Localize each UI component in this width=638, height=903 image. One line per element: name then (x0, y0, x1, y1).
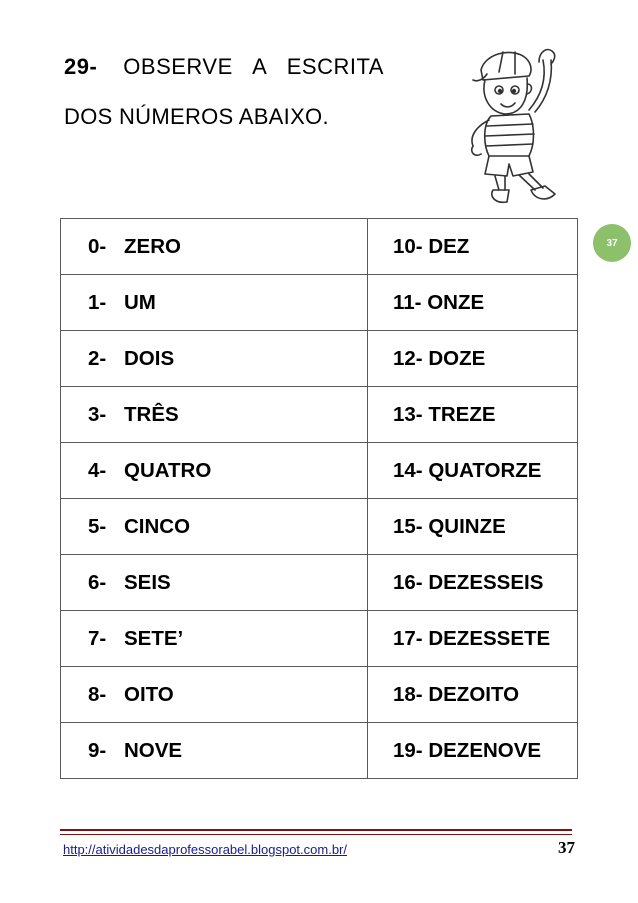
table-row: 5- CINCO 15- QUINZE (60, 498, 578, 555)
exercise-instruction-line2: DOS NÚMEROS ABAIXO. (64, 104, 329, 129)
number-cell: 3- TRÊS (60, 386, 368, 443)
footer-rule (60, 829, 572, 831)
number-cell: 13- TREZE (367, 386, 578, 443)
number-cell: 6- SEIS (60, 554, 368, 611)
number-cell: 19- DEZENOVE (367, 722, 578, 779)
number-cell: 11- ONZE (367, 274, 578, 331)
number-cell: 16- DEZESSEIS (367, 554, 578, 611)
footer-blog-link[interactable]: http://atividadesdaprofessorabel.blogspo… (63, 842, 347, 857)
boy-character-illustration (470, 48, 556, 204)
exercise-instruction-line1: OBSERVE A ESCRITA (123, 54, 384, 79)
table-row: 0- ZERO 10- DEZ (60, 218, 578, 275)
footer-rule-thin (60, 834, 572, 835)
numbers-table: 0- ZERO 10- DEZ 1- UM 11- ONZE 2- DOIS 12- … (60, 218, 578, 779)
number-cell: 0- ZERO (60, 218, 368, 275)
number-cell: 18- DEZOITO (367, 666, 578, 723)
footer-page-number: 37 (558, 838, 575, 857)
number-cell: 15- QUINZE (367, 498, 578, 555)
table-row: 1- UM 11- ONZE (60, 274, 578, 331)
table-row: 9- NOVE 19- DEZENOVE (60, 722, 578, 779)
number-cell: 2- DOIS (60, 330, 368, 387)
number-cell: 14- QUATORZE (367, 442, 578, 499)
table-row: 2- DOIS 12- DOZE (60, 330, 578, 387)
exercise-heading: 29- OBSERVE A ESCRITA (64, 54, 439, 80)
page-number-badge: 37 (593, 224, 631, 262)
number-cell: 17- DEZESSETE (367, 610, 578, 667)
number-cell: 5- CINCO (60, 498, 368, 555)
number-cell: 4- QUATRO (60, 442, 368, 499)
table-row: 3- TRÊS 13- TREZE (60, 386, 578, 443)
table-row: 8- OITO 18- DEZOITO (60, 666, 578, 723)
number-cell: 8- OITO (60, 666, 368, 723)
number-cell: 9- NOVE (60, 722, 368, 779)
number-cell: 1- UM (60, 274, 368, 331)
table-row: 7- SETE’ 17- DEZESSETE (60, 610, 578, 667)
number-cell: 7- SETE’ (60, 610, 368, 667)
exercise-number: 29- (64, 54, 98, 79)
table-row: 4- QUATRO 14- QUATORZE (60, 442, 578, 499)
table-row: 6- SEIS 16- DEZESSEIS (60, 554, 578, 611)
number-cell: 12- DOZE (367, 330, 578, 387)
number-cell: 10- DEZ (367, 218, 578, 275)
